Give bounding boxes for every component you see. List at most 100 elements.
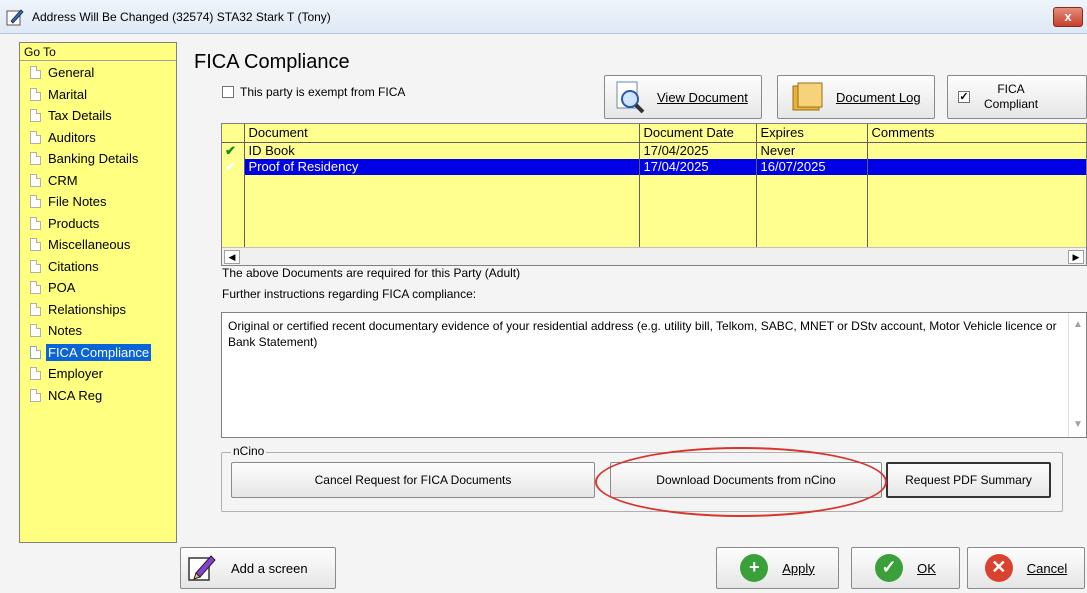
page-icon xyxy=(30,238,41,252)
instructions-textarea[interactable]: Original or certified recent documentary… xyxy=(221,312,1087,438)
cell-comments xyxy=(867,158,1086,175)
scroll-up-icon[interactable]: ▲ xyxy=(1073,317,1083,333)
close-button[interactable]: x xyxy=(1053,7,1083,27)
edit-document-icon xyxy=(6,9,24,26)
goto-item-products[interactable]: Products xyxy=(20,213,176,235)
fica-compliant-label-2: Compliant xyxy=(984,97,1039,111)
fica-compliant-label-1: FICA xyxy=(997,82,1025,96)
column-header-document[interactable]: Document xyxy=(244,124,640,143)
goto-item-citations[interactable]: Citations xyxy=(20,256,176,278)
goto-panel: Go To General Marital Tax Details Audito… xyxy=(19,42,177,543)
page-icon xyxy=(30,109,41,123)
page-icon xyxy=(30,281,41,295)
cell-expires: Never xyxy=(756,142,868,159)
table-empty-area xyxy=(222,174,1086,250)
page-icon xyxy=(30,152,41,166)
cell-comments xyxy=(867,142,1086,159)
cell-document: Proof of Residency xyxy=(244,158,640,175)
scroll-left-icon[interactable]: ◀ xyxy=(224,250,240,264)
plus-icon: + xyxy=(740,554,769,582)
cancel-label: Cancel xyxy=(1026,560,1068,576)
cell-document-date: 17/04/2025 xyxy=(639,142,757,159)
table-header: Document Document Date Expires Comments xyxy=(222,124,1086,143)
ncino-group-label: nCino xyxy=(231,444,267,458)
documents-table[interactable]: Document Document Date Expires Comments … xyxy=(221,123,1087,266)
page-icon xyxy=(30,130,41,144)
download-ncino-documents-button[interactable]: Download Documents from nCino xyxy=(610,462,882,498)
page-icon xyxy=(30,216,41,230)
goto-item-relationships[interactable]: Relationships xyxy=(20,299,176,321)
goto-item-poa[interactable]: POA xyxy=(20,277,176,299)
page-icon xyxy=(30,87,41,101)
check-icon: ✔ xyxy=(222,142,245,159)
column-header-mark xyxy=(222,124,245,143)
cell-document-date: 17/04/2025 xyxy=(639,158,757,175)
goto-item-tax-details[interactable]: Tax Details xyxy=(20,105,176,127)
exempt-label: This party is exempt from FICA xyxy=(240,85,406,99)
page-icon xyxy=(30,259,41,273)
goto-item-employer[interactable]: Employer xyxy=(20,363,176,385)
edit-pencil-icon xyxy=(188,555,216,581)
fica-compliance-panel: FICA Compliance This party is exempt fro… xyxy=(189,42,1087,537)
goto-item-file-notes[interactable]: File Notes xyxy=(20,191,176,213)
column-header-expires[interactable]: Expires xyxy=(756,124,868,143)
vertical-scrollbar[interactable]: ▲ ▼ xyxy=(1068,313,1086,437)
page-icon xyxy=(30,173,41,187)
checkmark-icon: ✓ xyxy=(875,554,904,582)
goto-item-general[interactable]: General xyxy=(20,62,176,84)
page-icon xyxy=(30,388,41,402)
document-log-button[interactable]: Document Log xyxy=(777,75,935,119)
table-row[interactable]: ✔ ID Book 17/04/2025 Never xyxy=(222,142,1086,159)
goto-item-fica-compliance[interactable]: FICA Compliance xyxy=(20,342,176,364)
add-screen-label: Add a screen xyxy=(231,560,308,576)
scroll-right-icon[interactable]: ▶ xyxy=(1068,250,1084,264)
title-bar: Address Will Be Changed (32574) STA32 St… xyxy=(0,0,1087,34)
goto-item-banking-details[interactable]: Banking Details xyxy=(20,148,176,170)
exempt-checkbox[interactable]: This party is exempt from FICA xyxy=(222,85,405,99)
cancel-fica-request-button[interactable]: Cancel Request for FICA Documents xyxy=(231,462,595,498)
magnifier-document-icon xyxy=(616,81,645,114)
column-header-document-date[interactable]: Document Date xyxy=(639,124,757,143)
fica-compliant-box[interactable]: ✓ xyxy=(958,91,970,103)
goto-item-notes[interactable]: Notes xyxy=(20,320,176,342)
goto-header: Go To xyxy=(20,43,176,61)
page-icon xyxy=(30,195,41,209)
add-screen-button[interactable]: Add a screen xyxy=(180,547,336,589)
table-row[interactable]: ✔ Proof of Residency 17/04/2025 16/07/20… xyxy=(222,158,1086,175)
page-icon xyxy=(30,66,41,80)
goto-item-crm[interactable]: CRM xyxy=(20,170,176,192)
goto-item-miscellaneous[interactable]: Miscellaneous xyxy=(20,234,176,256)
request-pdf-summary-button[interactable]: Request PDF Summary xyxy=(886,462,1051,498)
instructions-heading: Further instructions regarding FICA comp… xyxy=(222,287,477,301)
page-icon xyxy=(30,324,41,338)
view-document-button[interactable]: View Document xyxy=(604,75,762,119)
view-document-label: View Document xyxy=(657,89,748,105)
instructions-text: Original or certified recent documentary… xyxy=(228,319,1057,349)
goto-item-marital[interactable]: Marital xyxy=(20,84,176,106)
folder-icon xyxy=(792,82,823,111)
apply-button[interactable]: + Apply xyxy=(716,547,839,589)
ok-label: OK xyxy=(917,560,936,576)
page-icon xyxy=(30,367,41,381)
apply-label: Apply xyxy=(782,560,815,576)
window-title: Address Will Be Changed (32574) STA32 St… xyxy=(32,10,331,24)
fica-compliant-checkbox[interactable]: ✓ FICA Compliant xyxy=(947,75,1087,119)
cancel-x-icon: ✕ xyxy=(984,554,1013,582)
required-documents-note: The above Documents are required for thi… xyxy=(222,266,521,280)
goto-item-auditors[interactable]: Auditors xyxy=(20,127,176,149)
goto-item-nca-reg[interactable]: NCA Reg xyxy=(20,385,176,407)
goto-list: General Marital Tax Details Auditors Ban… xyxy=(20,61,176,406)
ok-button[interactable]: ✓ OK xyxy=(851,547,960,589)
page-icon xyxy=(30,302,41,316)
check-icon: ✔ xyxy=(222,158,245,175)
scroll-down-icon[interactable]: ▼ xyxy=(1073,417,1083,433)
exempt-checkbox-box[interactable] xyxy=(222,86,234,98)
cell-document: ID Book xyxy=(244,142,640,159)
document-log-label: Document Log xyxy=(836,89,921,105)
cell-expires: 16/07/2025 xyxy=(756,158,868,175)
horizontal-scrollbar[interactable]: ◀ ▶ xyxy=(222,247,1086,265)
cancel-button[interactable]: ✕ Cancel xyxy=(967,547,1085,589)
column-header-comments[interactable]: Comments xyxy=(867,124,1086,143)
page-title: FICA Compliance xyxy=(194,51,350,73)
page-icon xyxy=(30,345,41,359)
